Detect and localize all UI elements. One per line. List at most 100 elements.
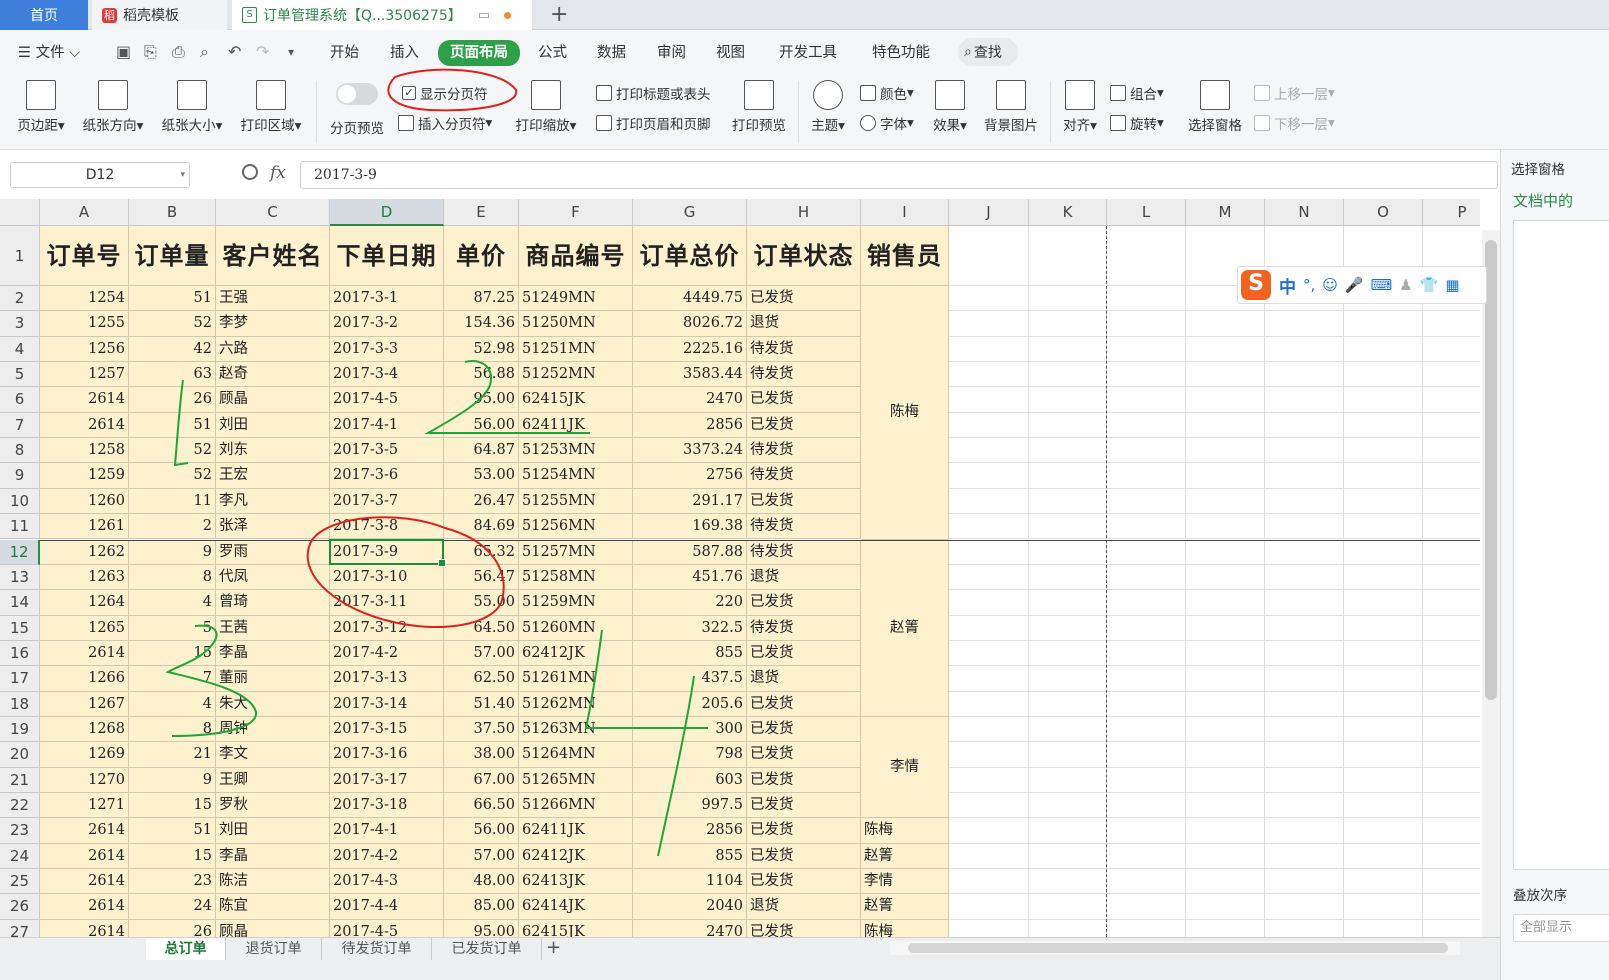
empty-cell[interactable] — [1107, 463, 1186, 489]
table-cell[interactable]: 51255MN — [519, 488, 633, 515]
empty-cell[interactable] — [1344, 640, 1423, 667]
empty-cell[interactable] — [1029, 463, 1107, 489]
formula-input[interactable]: 2017-3-9 — [300, 161, 1498, 189]
table-cell[interactable]: 代凤 — [216, 564, 330, 591]
column-header-g[interactable]: G — [633, 199, 747, 226]
print-titles-button[interactable]: 打印标题或表头 — [596, 83, 711, 103]
row-header-27[interactable]: 27 — [0, 919, 40, 937]
empty-cell[interactable] — [1344, 488, 1423, 515]
table-cell[interactable]: 9 — [129, 767, 216, 793]
table-cell[interactable]: 2 — [129, 514, 216, 540]
empty-cell[interactable] — [1107, 919, 1186, 937]
table-cell[interactable]: 51 — [129, 286, 216, 312]
empty-cell[interactable] — [949, 793, 1029, 819]
sheet-tab-total[interactable]: 总订单 — [146, 938, 226, 960]
row-header-6[interactable]: 6 — [0, 387, 40, 413]
empty-cell[interactable] — [1186, 336, 1265, 363]
empty-cell[interactable] — [1107, 412, 1186, 439]
empty-cell[interactable] — [1186, 919, 1265, 937]
table-cell[interactable]: 169.38 — [633, 514, 747, 540]
empty-cell[interactable] — [1344, 590, 1423, 616]
row-header-2[interactable]: 2 — [0, 286, 40, 312]
empty-cell[interactable] — [1107, 336, 1186, 363]
empty-cell[interactable] — [1107, 286, 1186, 312]
emoji-icon[interactable]: ☺ — [1322, 276, 1338, 294]
table-cell[interactable]: 已发货 — [747, 387, 861, 413]
table-cell[interactable]: 15 — [129, 843, 216, 870]
table-cell[interactable]: 陈洁 — [216, 869, 330, 895]
empty-cell[interactable] — [949, 286, 1029, 312]
zoom-icon[interactable] — [242, 164, 258, 180]
empty-cell[interactable] — [949, 666, 1029, 692]
empty-cell[interactable] — [1107, 387, 1186, 413]
empty-cell[interactable] — [949, 387, 1029, 413]
empty-cell[interactable] — [949, 438, 1029, 464]
table-cell[interactable]: 154.36 — [444, 311, 519, 337]
salesperson-cell[interactable]: 陈梅 — [861, 818, 949, 844]
table-cell[interactable]: 待发货 — [747, 362, 861, 388]
table-cell[interactable]: 26 — [129, 387, 216, 413]
table-cell[interactable]: 已发货 — [747, 488, 861, 515]
row-header-17[interactable]: 17 — [0, 666, 40, 692]
table-cell[interactable]: 4449.75 — [633, 286, 747, 312]
empty-cell[interactable] — [949, 818, 1029, 844]
empty-cell[interactable] — [1029, 869, 1107, 895]
table-cell[interactable]: 2017-3-12 — [330, 615, 444, 641]
empty-cell[interactable] — [1423, 539, 1480, 565]
empty-cell[interactable] — [1265, 615, 1344, 641]
empty-cell[interactable] — [1186, 869, 1265, 895]
table-cell[interactable]: 8026.72 — [633, 311, 747, 337]
table-cell[interactable]: 51253MN — [519, 438, 633, 464]
empty-cell[interactable] — [1265, 539, 1344, 565]
tab-document[interactable]: S 订单管理系统【Q...3506275】 ▭ — [232, 0, 532, 30]
empty-cell[interactable] — [1186, 362, 1265, 388]
empty-cell[interactable] — [949, 336, 1029, 363]
table-cell[interactable]: 3373.24 — [633, 438, 747, 464]
table-cell[interactable]: 2614 — [40, 387, 129, 413]
empty-cell[interactable] — [1265, 869, 1344, 895]
row-header-11[interactable]: 11 — [0, 514, 40, 540]
table-cell[interactable]: 已发货 — [747, 818, 861, 844]
table-cell[interactable]: 李晶 — [216, 640, 330, 667]
empty-cell[interactable] — [1186, 640, 1265, 667]
table-cell[interactable]: 待发货 — [747, 615, 861, 641]
column-header-l[interactable]: L — [1107, 199, 1186, 226]
row-header-16[interactable]: 16 — [0, 640, 40, 667]
export-icon[interactable]: ⎘ — [144, 42, 157, 62]
empty-cell[interactable] — [1186, 818, 1265, 844]
table-cell[interactable]: 2017-3-13 — [330, 666, 444, 692]
table-cell[interactable]: 26 — [129, 919, 216, 937]
empty-cell[interactable] — [1029, 412, 1107, 439]
empty-cell[interactable] — [1423, 514, 1480, 540]
empty-cell[interactable] — [1186, 463, 1265, 489]
empty-cell[interactable] — [1107, 666, 1186, 692]
table-cell[interactable]: 300 — [633, 716, 747, 743]
row-header-13[interactable]: 13 — [0, 564, 40, 591]
column-header-o[interactable]: O — [1344, 199, 1423, 226]
table-cell[interactable]: 1256 — [40, 336, 129, 363]
table-cell[interactable]: 2614 — [40, 818, 129, 844]
table-cell[interactable]: 3583.44 — [633, 362, 747, 388]
table-cell[interactable]: 2017-4-4 — [330, 894, 444, 920]
table-cell[interactable]: 张泽 — [216, 514, 330, 540]
empty-cell[interactable] — [949, 311, 1029, 337]
table-cell[interactable]: 51260MN — [519, 615, 633, 641]
table-cell[interactable]: 62411JK — [519, 818, 633, 844]
empty-cell[interactable] — [1186, 438, 1265, 464]
empty-cell[interactable] — [1423, 463, 1480, 489]
table-cell[interactable]: 已发货 — [747, 640, 861, 667]
empty-cell[interactable] — [1265, 742, 1344, 768]
table-cell[interactable]: 291.17 — [633, 488, 747, 515]
table-cell[interactable]: 4 — [129, 590, 216, 616]
table-cell[interactable]: 退货 — [747, 564, 861, 591]
table-cell[interactable]: 66.50 — [444, 793, 519, 819]
empty-cell[interactable] — [1186, 894, 1265, 920]
effects-button[interactable]: 效果▾ — [930, 80, 970, 134]
column-header-c[interactable]: C — [216, 199, 330, 226]
print-header-footer-button[interactable]: 打印页眉和页脚 — [596, 113, 711, 133]
print-area-button[interactable]: 打印区域▾ — [236, 80, 306, 134]
empty-cell[interactable] — [1423, 640, 1480, 667]
table-cell[interactable]: 51256MN — [519, 514, 633, 540]
table-cell[interactable]: 2017-3-11 — [330, 590, 444, 616]
table-cell[interactable]: 1263 — [40, 564, 129, 591]
